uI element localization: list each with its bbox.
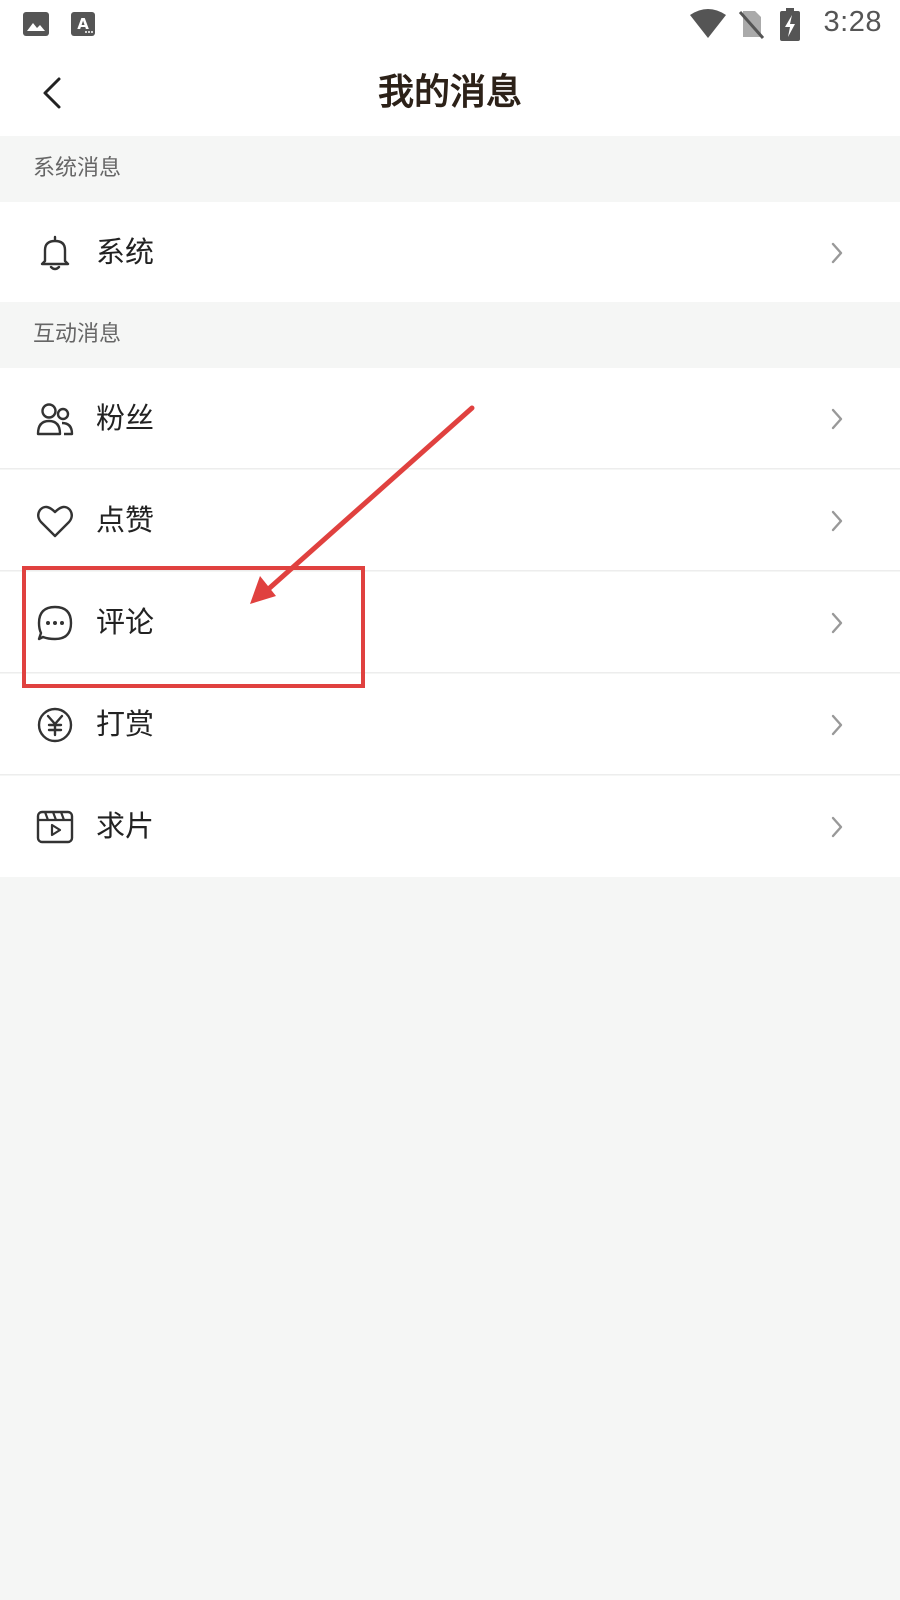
list-item-likes[interactable]: 点赞 <box>0 470 900 571</box>
image-icon <box>22 10 50 42</box>
film-icon <box>36 810 74 844</box>
wifi-icon <box>688 8 728 44</box>
section-header-interaction: 互动消息 <box>0 302 900 368</box>
list-item-label: 打赏 <box>96 707 155 741</box>
list-item-label: 求片 <box>96 809 155 843</box>
message-page: A 3:28 我的消息 系统消息 系统 互动消息 粉丝 点赞 评论 打赏 求片 <box>0 0 900 1600</box>
chevron-right-icon <box>831 714 843 736</box>
list-item-system[interactable]: 系统 <box>0 202 900 303</box>
list-item-label: 评论 <box>96 605 155 639</box>
users-icon <box>36 403 74 436</box>
list-item-label: 系统 <box>96 235 155 269</box>
status-bar: A 3:28 <box>0 0 900 50</box>
status-time: 3:28 <box>823 6 882 38</box>
bell-icon <box>40 235 70 271</box>
section-header-system: 系统消息 <box>0 136 900 202</box>
app-header: 我的消息 <box>0 50 900 136</box>
section-title-interaction: 互动消息 <box>33 322 122 347</box>
no-sim-icon <box>737 8 765 44</box>
battery-charging-icon <box>779 8 801 46</box>
text-a-icon: A <box>70 10 96 42</box>
page-title: 我的消息 <box>377 72 522 113</box>
list-item-requests[interactable]: 求片 <box>0 776 900 877</box>
chevron-right-icon <box>831 612 843 634</box>
heart-icon <box>37 505 73 538</box>
yen-icon <box>37 707 73 743</box>
comment-icon <box>37 605 73 641</box>
chevron-right-icon <box>831 510 843 532</box>
chevron-right-icon <box>831 408 843 430</box>
list-item-label: 粉丝 <box>96 401 155 435</box>
list-item-rewards[interactable]: 打赏 <box>0 674 900 775</box>
list-item-fans[interactable]: 粉丝 <box>0 368 900 469</box>
chevron-right-icon <box>831 242 843 264</box>
chevron-right-icon <box>831 816 843 838</box>
list-item-label: 点赞 <box>96 503 155 537</box>
list-item-comments[interactable]: 评论 <box>0 572 900 673</box>
svg-text:A: A <box>77 15 89 33</box>
section-title-system: 系统消息 <box>33 156 122 181</box>
